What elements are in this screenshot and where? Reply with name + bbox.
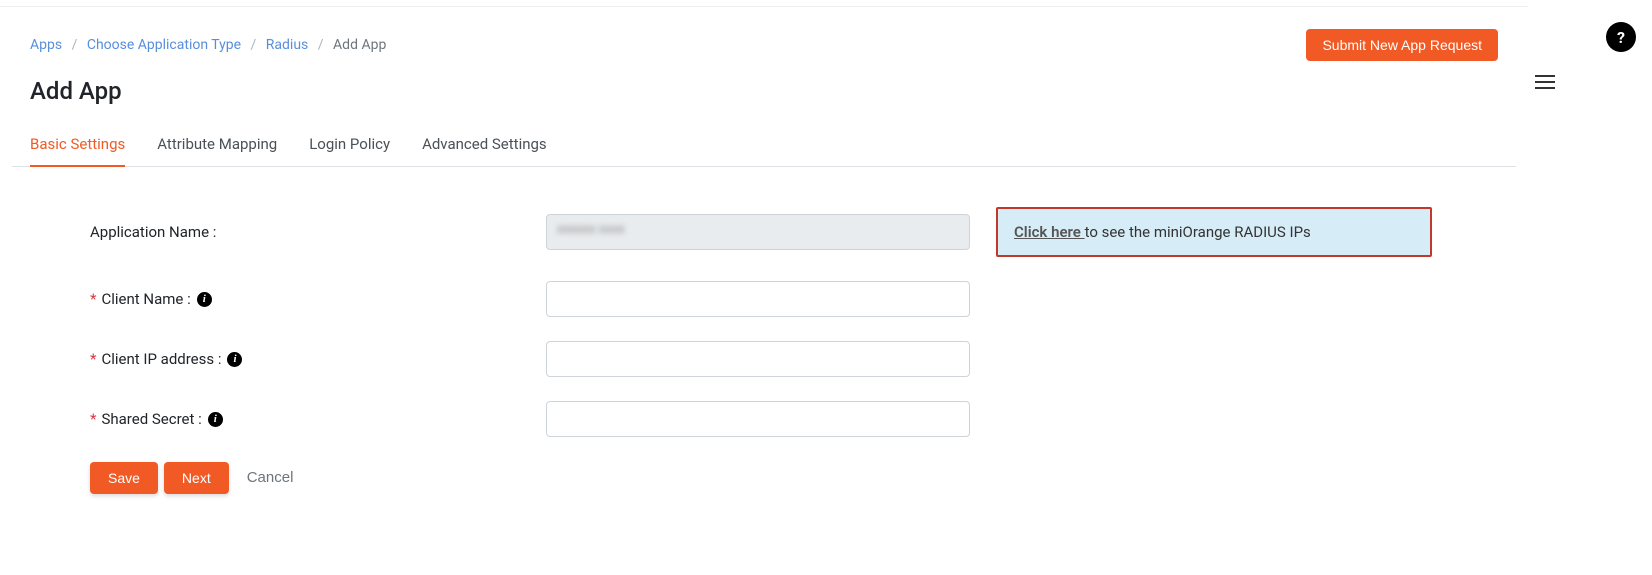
client-ip-input[interactable] [546,341,970,377]
breadcrumb-link-radius[interactable]: Radius [266,37,309,53]
breadcrumb-current: Add App [333,37,386,53]
label-shared-secret: * Shared Secret : i [90,410,546,428]
submit-new-app-request-button[interactable]: Submit New App Request [1306,29,1498,61]
info-icon[interactable]: i [227,352,242,367]
tab-login-policy[interactable]: Login Policy [309,125,390,167]
application-name-input: xxxxxx xxxx [546,214,970,250]
save-button[interactable]: Save [90,462,158,494]
label-text-client-name: Client Name : [101,290,190,308]
breadcrumb-link-choose-type[interactable]: Choose Application Type [87,37,241,53]
breadcrumb-sep: / [66,37,84,53]
label-client-ip: * Client IP address : i [90,350,546,368]
required-asterisk: * [90,410,96,428]
radius-ips-callout: Click here to see the miniOrange RADIUS … [996,207,1432,257]
next-button[interactable]: Next [164,462,229,494]
shared-secret-input[interactable] [546,401,970,437]
help-icon[interactable]: ? [1606,22,1636,52]
label-text-client-ip: Client IP address : [101,350,221,368]
required-asterisk: * [90,350,96,368]
breadcrumb-sep: / [245,37,263,53]
application-name-value-obscured: xxxxxx xxxx [557,222,625,237]
label-application-name: Application Name : [90,223,546,241]
info-icon[interactable]: i [197,292,212,307]
breadcrumb: Apps / Choose Application Type / Radius … [30,37,386,53]
label-text-application-name: Application Name : [90,223,216,241]
tab-advanced-settings[interactable]: Advanced Settings [422,125,547,167]
menu-icon[interactable] [1535,75,1555,89]
callout-rest-text: to see the miniOrange RADIUS IPs [1085,223,1311,241]
info-icon[interactable]: i [208,412,223,427]
label-client-name: * Client Name : i [90,290,546,308]
label-text-shared-secret: Shared Secret : [101,410,201,428]
cancel-button[interactable]: Cancel [235,461,306,494]
client-name-input[interactable] [546,281,970,317]
breadcrumb-link-apps[interactable]: Apps [30,37,62,53]
tab-attribute-mapping[interactable]: Attribute Mapping [157,125,277,167]
click-here-link[interactable]: Click here [1014,223,1085,241]
tab-basic-settings[interactable]: Basic Settings [30,125,125,167]
breadcrumb-sep: / [312,37,330,53]
tabs: Basic Settings Attribute Mapping Login P… [12,125,1516,167]
page-title: Add App [12,77,1516,125]
required-asterisk: * [90,290,96,308]
